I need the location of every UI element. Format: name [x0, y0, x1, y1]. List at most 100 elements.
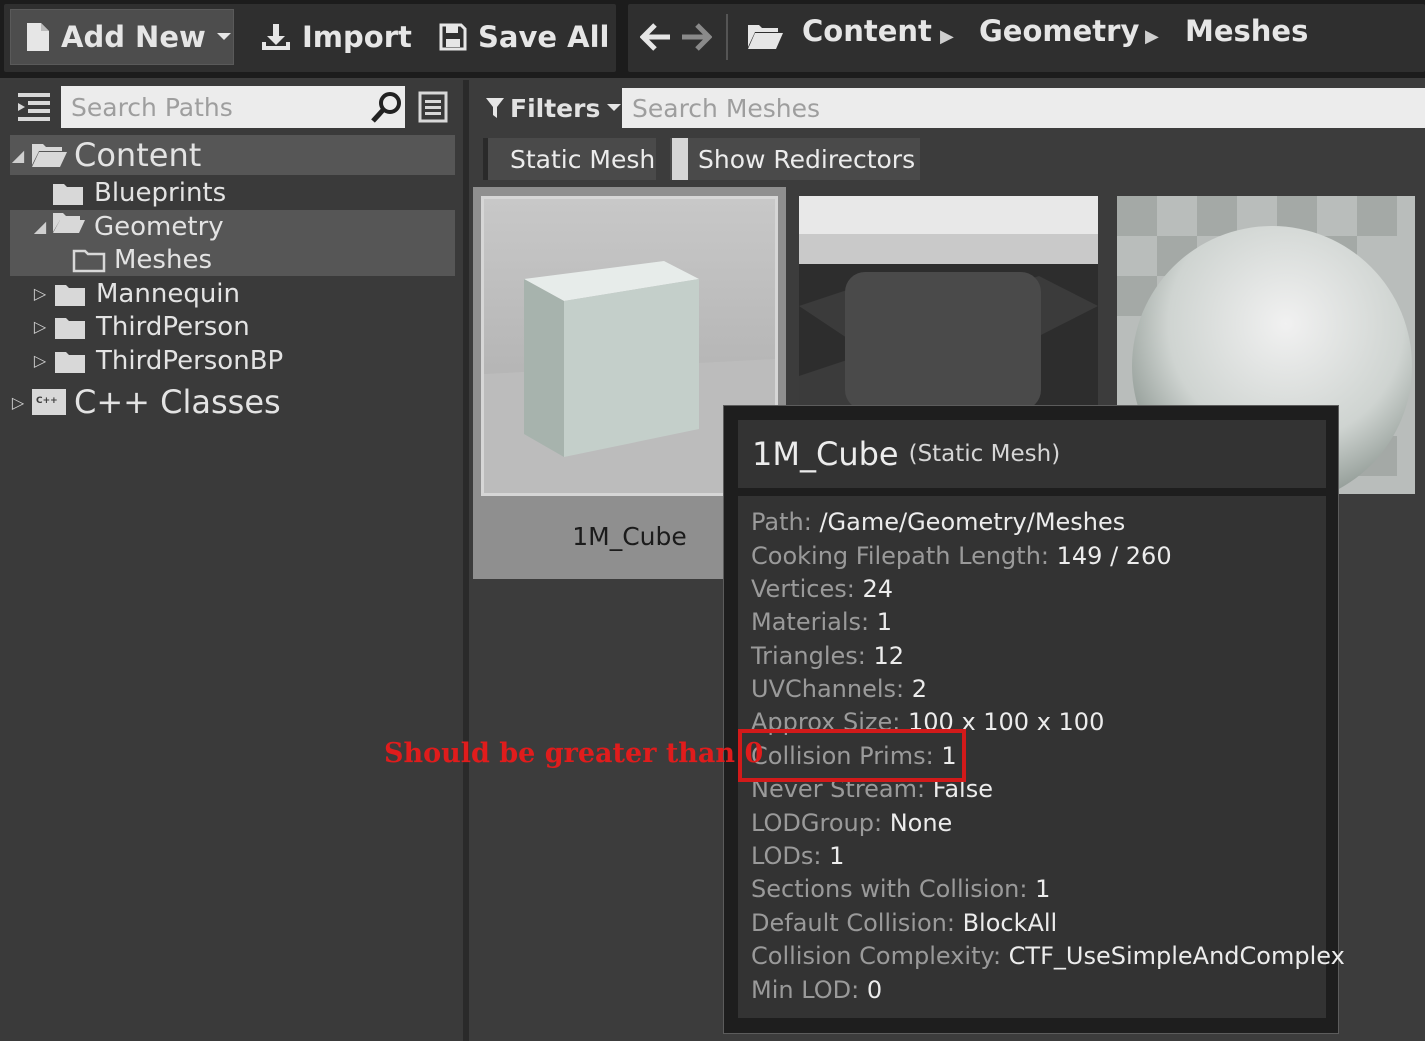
property-value: CTF_UseSimpleAndComplex	[1008, 942, 1345, 970]
breadcrumb-separator-icon[interactable]: ▶	[1145, 26, 1159, 47]
search-paths-placeholder: Search Paths	[71, 92, 233, 122]
property-value: /Game/Geometry/Meshes	[819, 508, 1126, 536]
breadcrumb-geometry[interactable]: Geometry	[979, 14, 1139, 48]
property-value: 24	[862, 575, 894, 603]
tooltip-asset-type: (Static Mesh)	[908, 441, 1061, 467]
breadcrumb-content[interactable]: Content	[802, 14, 932, 48]
search-icon[interactable]	[370, 90, 404, 124]
cpp-badge: C++	[36, 396, 58, 406]
collapse-sources-icon[interactable]	[16, 90, 52, 124]
search-meshes-placeholder: Search Meshes	[632, 93, 821, 123]
chip-toggle-indicator	[672, 138, 688, 180]
save-all-label: Save All	[478, 20, 610, 54]
back-arrow-icon[interactable]	[640, 22, 672, 52]
search-paths-input[interactable]: Search Paths	[61, 86, 405, 128]
panel-splitter[interactable]	[463, 80, 469, 1041]
tooltip-row-materials: Materials: 1	[751, 608, 892, 636]
tree-item-label: ThirdPersonBP	[96, 345, 284, 376]
property-value: 2	[911, 675, 928, 703]
search-meshes-input[interactable]: Search Meshes	[622, 88, 1425, 128]
document-icon	[27, 23, 49, 51]
property-value: 1	[1035, 875, 1051, 903]
tooltip-row-collision-complexity: Collision Complexity: CTF_UseSimpleAndCo…	[751, 942, 1345, 970]
property-value: 12	[873, 642, 905, 670]
tree-item-geometry[interactable]: ◢ Geometry	[10, 210, 455, 243]
chevron-down-icon	[607, 104, 622, 111]
tooltip-row-lods: LODs: 1	[751, 842, 844, 870]
tooltip-row-min-lod: Min LOD: 0	[751, 976, 882, 1004]
tree-item-label: ThirdPerson	[96, 311, 250, 342]
tooltip-row-path: Path: /Game/Geometry/Meshes	[751, 508, 1125, 536]
collapsed-arrow-icon[interactable]: ▷	[32, 351, 48, 370]
collapsed-arrow-icon[interactable]: ▷	[32, 284, 48, 303]
collapsed-arrow-icon[interactable]: ▷	[10, 393, 26, 412]
expanded-arrow-icon[interactable]: ◢	[32, 217, 48, 236]
asset-tooltip: 1M_Cube (Static Mesh) Path: /Game/Geomet…	[723, 405, 1345, 1034]
property-key: LODs:	[751, 842, 822, 870]
chevron-down-icon	[216, 33, 231, 40]
property-value: 0	[866, 976, 883, 1004]
asset-thumbnail-cylinder	[799, 196, 1098, 410]
filters-button[interactable]: Filters	[486, 88, 622, 128]
folder-icon	[54, 316, 86, 339]
add-new-label: Add New	[61, 20, 206, 54]
tooltip-row-lodgroup: LODGroup: None	[751, 809, 952, 837]
property-key: Materials:	[751, 608, 870, 636]
cpp-folder-icon: C++	[32, 389, 66, 415]
import-button[interactable]: Import	[260, 13, 412, 61]
open-folder-icon	[32, 144, 67, 167]
property-key: Vertices:	[751, 575, 855, 603]
tree-item-meshes[interactable]: Meshes	[10, 243, 455, 276]
save-icon	[439, 23, 467, 51]
property-value: None	[889, 809, 953, 837]
expanded-arrow-icon[interactable]: ◢	[10, 146, 26, 165]
tree-item-blueprints[interactable]: Blueprints	[10, 176, 455, 209]
tooltip-row-triangles: Triangles: 12	[751, 642, 904, 670]
tooltip-row-uvchannels: UVChannels: 2	[751, 675, 927, 703]
tooltip-row-vertices: Vertices: 24	[751, 575, 893, 603]
tree-item-label: Mannequin	[96, 278, 241, 309]
filter-chip-show-redirectors[interactable]: Show Redirectors	[670, 138, 920, 180]
forward-arrow-icon[interactable]	[680, 22, 712, 52]
tree-item-content[interactable]: ◢ Content	[10, 135, 455, 175]
tooltip-row-default-collision: Default Collision: BlockAll	[751, 909, 1057, 937]
annotation-note: Should be greater than 0	[384, 738, 764, 769]
add-new-button[interactable]: Add New	[10, 9, 234, 65]
breadcrumb-separator-icon[interactable]: ▶	[940, 26, 954, 47]
property-value: 149 / 260	[1056, 542, 1172, 570]
tree-item-mannequin[interactable]: ▷ Mannequin	[10, 277, 455, 310]
tooltip-row-sections-with-collision: Sections with Collision: 1	[751, 875, 1050, 903]
filter-chip-static-mesh[interactable]: Static Mesh	[483, 138, 656, 180]
tree-item-label: Blueprints	[94, 177, 227, 208]
asset-tile-cylinder[interactable]	[799, 196, 1098, 410]
tree-item-cpp-classes[interactable]: ▷ C++ C++ Classes	[10, 382, 455, 422]
folder-icon	[54, 350, 86, 373]
tree-item-thirdperson[interactable]: ▷ ThirdPerson	[10, 310, 455, 343]
chip-label: Show Redirectors	[698, 144, 916, 174]
property-value: 1	[829, 842, 845, 870]
property-value: BlockAll	[962, 909, 1058, 937]
collapsed-arrow-icon[interactable]: ▷	[32, 317, 48, 336]
folder-outline-icon	[72, 249, 106, 272]
tree-item-label: Geometry	[94, 211, 224, 242]
open-folder-icon	[748, 25, 783, 49]
property-key: LODGroup:	[751, 809, 883, 837]
chip-label: Static Mesh	[510, 144, 656, 174]
breadcrumb-meshes[interactable]: Meshes	[1185, 14, 1308, 48]
save-all-button[interactable]: Save All	[438, 13, 609, 61]
tooltip-asset-name: 1M_Cube	[752, 435, 899, 473]
property-key: Sections with Collision:	[751, 875, 1028, 903]
property-key: Cooking Filepath Length:	[751, 542, 1049, 570]
tooltip-header: 1M_Cube (Static Mesh)	[738, 420, 1326, 488]
view-options-icon[interactable]	[417, 90, 449, 124]
property-key: Collision Complexity:	[751, 942, 1002, 970]
tree-item-thirdpersonbp[interactable]: ▷ ThirdPersonBP	[10, 344, 455, 377]
property-key: Default Collision:	[751, 909, 955, 937]
collision-prims-highlight-box	[738, 729, 966, 782]
property-key: Triangles:	[751, 642, 866, 670]
property-key: Path:	[751, 508, 812, 536]
property-key: UVChannels:	[751, 675, 905, 703]
tree-item-label: Meshes	[114, 244, 212, 275]
tree-item-label: Content	[74, 136, 202, 174]
property-value: 1	[876, 608, 893, 636]
